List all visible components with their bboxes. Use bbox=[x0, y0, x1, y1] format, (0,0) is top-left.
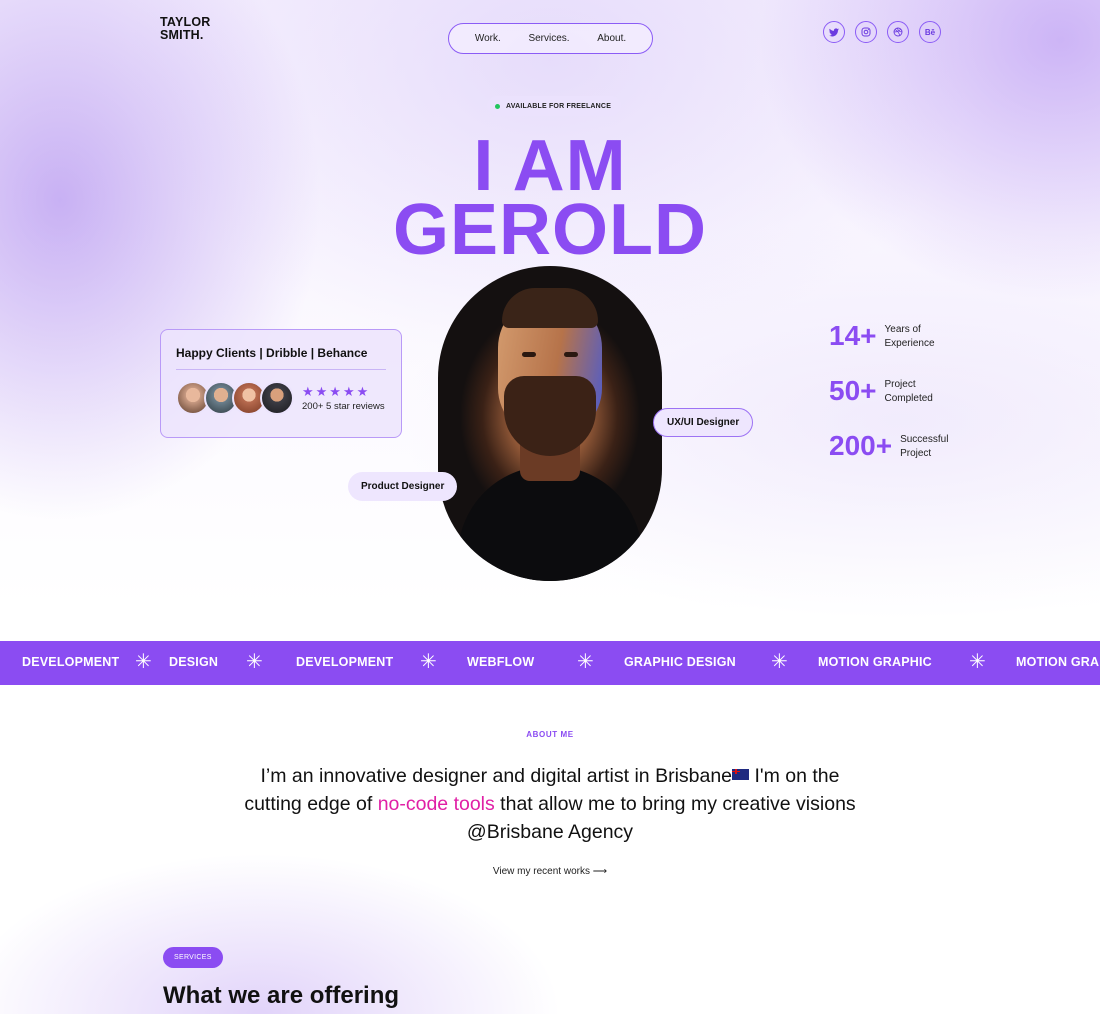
stat-projects-number: 50+ bbox=[829, 375, 877, 406]
dribbble-icon[interactable] bbox=[887, 21, 909, 43]
client-avatar-4 bbox=[260, 381, 294, 415]
stat-successful-label: Successful Project bbox=[900, 434, 949, 459]
instagram-icon[interactable] bbox=[855, 21, 877, 43]
asterisk-icon: ✳ bbox=[420, 651, 437, 673]
no-code-tools-highlight: no-code tools bbox=[377, 793, 495, 815]
clients-card-divider bbox=[176, 369, 386, 370]
marquee-item: MOTION GRA bbox=[1016, 655, 1100, 669]
availability-badge: AVAILABLE FOR FREELANCE bbox=[487, 96, 622, 116]
marquee-item: MOTION GRAPHIC bbox=[818, 655, 932, 669]
nav-item-about[interactable]: About. bbox=[597, 33, 626, 44]
logo[interactable]: TAYLOR SMITH. bbox=[160, 16, 211, 42]
reviews-count: 200+ 5 star reviews bbox=[302, 401, 385, 412]
about-section-label: ABOUT ME bbox=[526, 730, 574, 739]
marquee-item: DESIGN bbox=[169, 655, 219, 669]
client-avatars: ★★★★★ 200+ 5 star reviews bbox=[176, 381, 386, 415]
star-rating-icon: ★★★★★ bbox=[302, 384, 371, 399]
portrait-eye-left bbox=[522, 352, 536, 357]
clients-card-title: Happy Clients | Dribble | Behance bbox=[176, 346, 368, 360]
nav-item-services[interactable]: Services. bbox=[528, 33, 569, 44]
marquee-item: DEVELOPMENT bbox=[296, 655, 394, 669]
twitter-icon[interactable] bbox=[823, 21, 845, 43]
stat-years: 14+ Years of Experience bbox=[829, 321, 935, 351]
marquee-item: WEBFLOW bbox=[467, 655, 535, 669]
hero-title-line2: GEROLD bbox=[392, 190, 707, 270]
marquee-item: DEVELOPMENT bbox=[22, 655, 120, 669]
main-nav: Work. Services. About. bbox=[448, 23, 653, 54]
rating: ★★★★★ 200+ 5 star reviews bbox=[302, 384, 385, 412]
stat-projects-label: Project Completed bbox=[884, 379, 933, 404]
behance-glyph: Bē bbox=[924, 27, 936, 37]
nav-item-work[interactable]: Work. bbox=[475, 33, 501, 44]
asterisk-icon: ✳ bbox=[135, 651, 152, 673]
social-links: Bē bbox=[823, 21, 941, 43]
availability-text: AVAILABLE FOR FREELANCE bbox=[506, 102, 612, 110]
stat-years-label: Years of Experience bbox=[884, 324, 935, 349]
australia-flag-icon bbox=[732, 769, 750, 780]
product-designer-tag: Product Designer bbox=[348, 472, 458, 501]
stat-successful: 200+ Successful Project bbox=[829, 431, 948, 461]
asterisk-icon: ✳ bbox=[969, 651, 986, 673]
asterisk-icon: ✳ bbox=[771, 651, 788, 673]
view-recent-works-link[interactable]: View my recent works ⟶ bbox=[0, 866, 1100, 877]
services-title: What we are offering bbox=[163, 982, 400, 1009]
asterisk-icon: ✳ bbox=[577, 651, 594, 673]
skills-marquee: DEVELOPMENT ✳ DESIGN ✳ DEVELOPMENT ✳ WEB… bbox=[0, 641, 1100, 685]
services-badge: SERVICES bbox=[163, 947, 223, 968]
status-dot-icon bbox=[495, 103, 500, 109]
portrait-eye-right bbox=[564, 352, 578, 357]
ux-ui-designer-tag: UX/UI Designer bbox=[653, 408, 754, 437]
stat-years-number: 14+ bbox=[829, 320, 877, 351]
about-text-part1: I’m an innovative designer and digital a… bbox=[260, 765, 733, 787]
about-text-part3: that allow me to bring my creative visio… bbox=[466, 793, 856, 843]
hero-title: I AM GEROLD bbox=[350, 126, 750, 270]
happy-clients-card: Happy Clients | Dribble | Behance ★★★★★ … bbox=[160, 329, 402, 438]
portrait-shirt bbox=[458, 466, 642, 581]
stat-successful-number: 200+ bbox=[829, 430, 893, 461]
marquee-item: GRAPHIC DESIGN bbox=[624, 655, 736, 669]
about-text: I’m an innovative designer and digital a… bbox=[230, 762, 870, 846]
behance-icon[interactable]: Bē bbox=[919, 21, 941, 43]
hero-title-line1: I AM bbox=[473, 126, 627, 206]
portrait-hair bbox=[502, 288, 598, 328]
portrait-beard bbox=[504, 376, 596, 456]
portrait-photo bbox=[438, 266, 662, 581]
stat-projects: 50+ Project Completed bbox=[829, 376, 933, 406]
asterisk-icon: ✳ bbox=[246, 651, 263, 673]
